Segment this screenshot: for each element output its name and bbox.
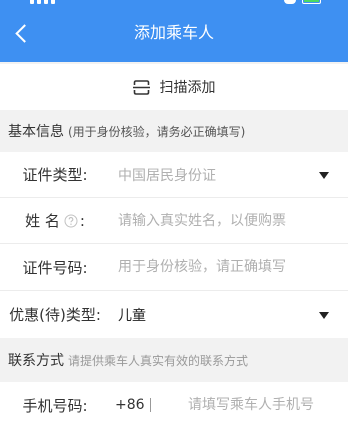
scan-icon [132,79,150,95]
scan-add-button[interactable]: 扫描添加 [0,64,348,110]
id-type-value: 中国居民身份证 [118,167,216,184]
id-number-input[interactable] [118,244,318,290]
header: 添加乘车人 [0,0,348,62]
signal-icon [30,0,55,4]
basic-info-note: (用于身份核验，请务必正确填写) [68,124,246,139]
name-label-colon: : [79,211,85,230]
name-input[interactable] [118,198,318,243]
contact-title: 联系方式 [8,353,64,369]
battery-icon [302,0,321,4]
contact-note: 请提供乘车人真实有效的联系方式 [68,353,249,368]
id-number-label: 证件号码: [22,258,88,277]
phone-input[interactable] [188,382,338,428]
wifi-icon [284,0,296,4]
discount-type-select[interactable]: 优惠(待)类型: 儿童 [0,291,348,338]
battery-level [304,0,319,2]
page-title: 添加乘车人 [133,23,214,42]
basic-info-title: 基本信息 [8,124,64,140]
phone-row: 手机号码: +86 [0,382,348,428]
help-circle-icon[interactable] [64,214,78,228]
discount-type-value: 儿童 [118,307,146,324]
scan-add-label: 扫描添加 [159,80,216,96]
dropdown-triangle-icon [319,311,329,319]
country-code[interactable]: +86 [115,382,145,428]
id-type-select[interactable]: 证件类型: 中国居民身份证 [0,152,348,198]
id-type-label: 证件类型: [22,166,88,184]
name-label-text: 姓 名 [25,212,60,230]
contact-header: 联系方式 请提供乘车人真实有效的联系方式 [0,338,348,382]
phone-label: 手机号码: [22,396,88,415]
dropdown-triangle-icon [319,171,329,179]
basic-info-header: 基本信息 (用于身份核验，请务必正确填写) [0,110,348,152]
phone-divider [150,398,151,412]
add-passenger-page: 添加乘车人 扫描添加 基本信息 (用于身份核验，请务必正确填写) 证件类型: 中… [0,0,348,428]
discount-type-label: 优惠(待)类型: [9,306,101,324]
name-row: 姓 名 : [0,198,348,244]
name-label: 姓 名 : [0,198,110,243]
id-number-row: 证件号码: [0,244,348,291]
